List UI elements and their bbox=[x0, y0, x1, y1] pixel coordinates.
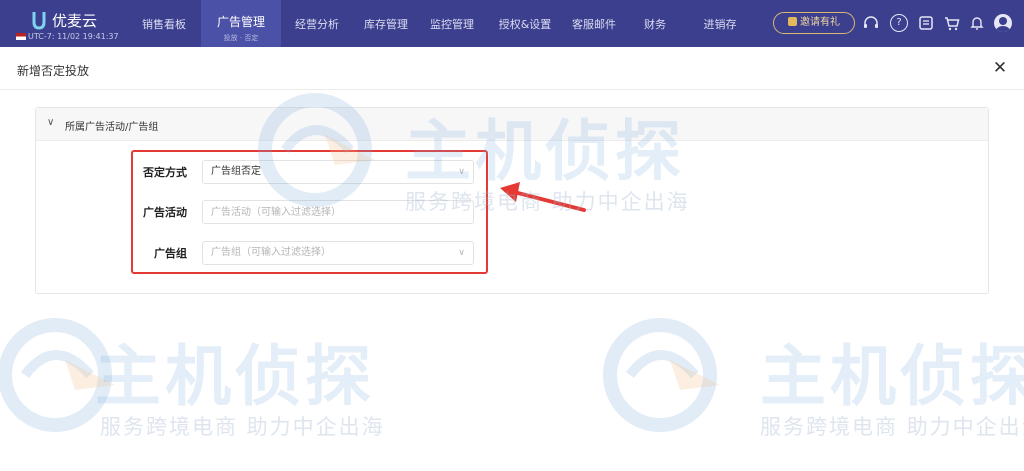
user-avatar[interactable] bbox=[994, 14, 1012, 32]
help-icon[interactable]: ? bbox=[890, 14, 908, 32]
annotation-arrow-icon bbox=[500, 182, 586, 212]
nav-label: 广告管理 bbox=[216, 15, 265, 29]
bell-icon[interactable] bbox=[968, 14, 986, 32]
nav-label: 授权&设置 bbox=[498, 18, 552, 31]
watermark: 主机侦探 服务跨境电商 助力中企出海 bbox=[600, 315, 1024, 445]
nav-item-ad-management[interactable]: 广告管理投放 · 否定 bbox=[201, 0, 281, 47]
nav-item-sales-dashboard[interactable]: 销售看板 bbox=[130, 0, 198, 47]
nav-label: 销售看板 bbox=[142, 18, 186, 31]
nav-item-business-analysis[interactable]: 经营分析 bbox=[283, 0, 351, 47]
logo-mark-icon bbox=[32, 12, 46, 30]
cart-icon[interactable] bbox=[943, 14, 961, 32]
timezone-text: UTC-7: 11/02 19:41:37 bbox=[28, 32, 119, 41]
app-logo[interactable]: 优麦云 UTC-7: 11/02 19:41:37 bbox=[16, 6, 126, 42]
close-icon[interactable]: ✕ bbox=[991, 59, 1009, 77]
watermark-brand: 主机侦探 bbox=[95, 338, 375, 415]
panel-title: 所属广告活动/广告组 bbox=[65, 122, 159, 133]
watermark-slogan: 服务跨境电商 助力中企出海 bbox=[760, 415, 1024, 439]
nav-label: 库存管理 bbox=[364, 18, 408, 31]
invite-button[interactable]: 邀请有礼 bbox=[773, 12, 855, 34]
watermark-brand: 主机侦探 bbox=[760, 338, 1024, 415]
us-flag-icon bbox=[16, 33, 26, 40]
nav-item-inventory[interactable]: 库存管理 bbox=[352, 0, 420, 47]
chevron-down-icon: ∨ bbox=[47, 117, 55, 128]
nav-label: 经营分析 bbox=[295, 18, 339, 31]
watermark-globe-icon bbox=[0, 318, 115, 432]
nav-sublabel: 投放 · 否定 bbox=[223, 34, 259, 42]
invite-label: 邀请有礼 bbox=[800, 17, 840, 28]
header-divider bbox=[0, 89, 1024, 90]
watermark-globe-icon bbox=[603, 318, 720, 432]
panel-header[interactable]: ∨ 所属广告活动/广告组 bbox=[36, 108, 988, 141]
watermark: 主机侦探 服务跨境电商 助力中企出海 bbox=[0, 315, 383, 445]
nav-item-finance[interactable]: 财务 bbox=[630, 0, 680, 47]
nav-item-auth-settings[interactable]: 授权&设置 bbox=[487, 0, 563, 47]
nav-item-monitoring[interactable]: 监控管理 bbox=[418, 0, 486, 47]
headset-icon[interactable] bbox=[862, 14, 880, 32]
document-icon[interactable] bbox=[917, 14, 935, 32]
nav-label: 财务 bbox=[644, 18, 666, 31]
nav-label: 进销存 bbox=[703, 18, 737, 31]
gift-icon bbox=[788, 17, 797, 26]
nav-item-purchase-sales[interactable]: 进销存 bbox=[690, 0, 750, 47]
watermark-slogan: 服务跨境电商 助力中企出海 bbox=[100, 415, 385, 439]
app-name: 优麦云 bbox=[52, 12, 98, 30]
top-navigation-bar: 优麦云 UTC-7: 11/02 19:41:37 销售看板 广告管理投放 · … bbox=[0, 0, 1024, 47]
nav-label: 客服邮件 bbox=[572, 18, 616, 31]
timezone-clock: UTC-7: 11/02 19:41:37 bbox=[16, 32, 119, 41]
annotation-highlight-box bbox=[131, 150, 488, 274]
nav-label: 监控管理 bbox=[430, 18, 474, 31]
dialog-title: 新增否定投放 bbox=[17, 64, 90, 78]
nav-item-service-mail[interactable]: 客服邮件 bbox=[560, 0, 628, 47]
